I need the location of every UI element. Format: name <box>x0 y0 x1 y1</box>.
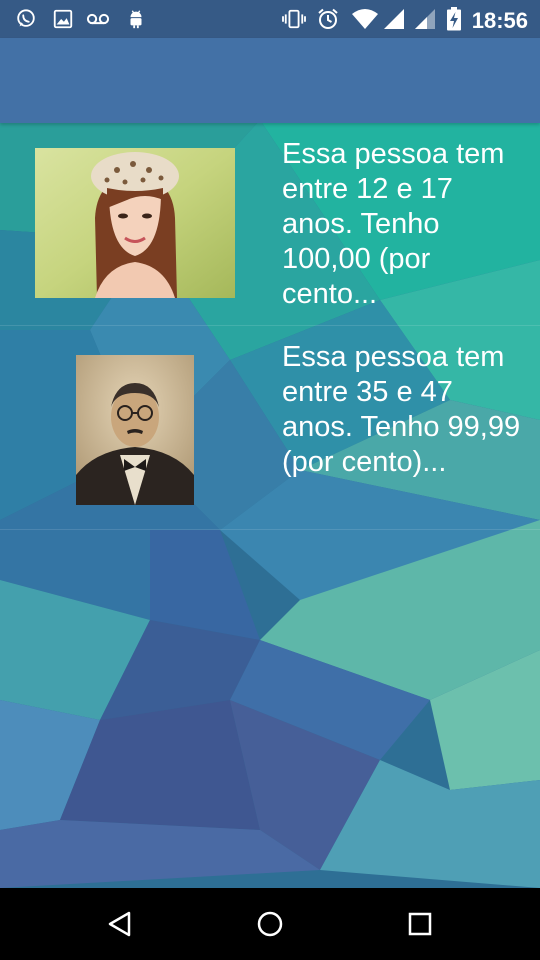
wifi-icon <box>351 7 379 31</box>
vibrate-icon <box>282 7 306 31</box>
recents-icon[interactable] <box>402 906 438 942</box>
list-item[interactable]: Essa pessoa tem entre 35 e 47 anos. Tenh… <box>0 326 540 530</box>
whatsapp-icon <box>14 7 38 31</box>
alarm-icon <box>316 7 340 31</box>
results-list: Essa pessoa tem entre 12 e 17 anos. Tenh… <box>0 123 540 530</box>
signal-icon <box>382 7 406 31</box>
back-icon[interactable] <box>102 906 138 942</box>
old-man-portrait-photo <box>76 355 194 505</box>
result-text: Essa pessoa tem entre 12 e 17 anos. Tenh… <box>282 138 505 310</box>
image-icon <box>51 7 75 31</box>
battery-charging-icon <box>444 7 464 31</box>
voicemail-icon <box>86 7 110 31</box>
home-icon[interactable] <box>252 906 288 942</box>
app-bar <box>0 38 540 123</box>
android-icon <box>124 7 148 31</box>
list-item[interactable]: Essa pessoa tem entre 12 e 17 anos. Tenh… <box>0 123 540 326</box>
status-bar: 18:56 <box>0 0 540 38</box>
status-time: 18:56 <box>471 8 528 33</box>
result-text: Essa pessoa tem entre 35 e 47 anos. Tenh… <box>282 341 521 478</box>
young-woman-photo <box>35 148 235 298</box>
signal-icon <box>413 7 437 31</box>
navigation-bar <box>0 888 540 960</box>
